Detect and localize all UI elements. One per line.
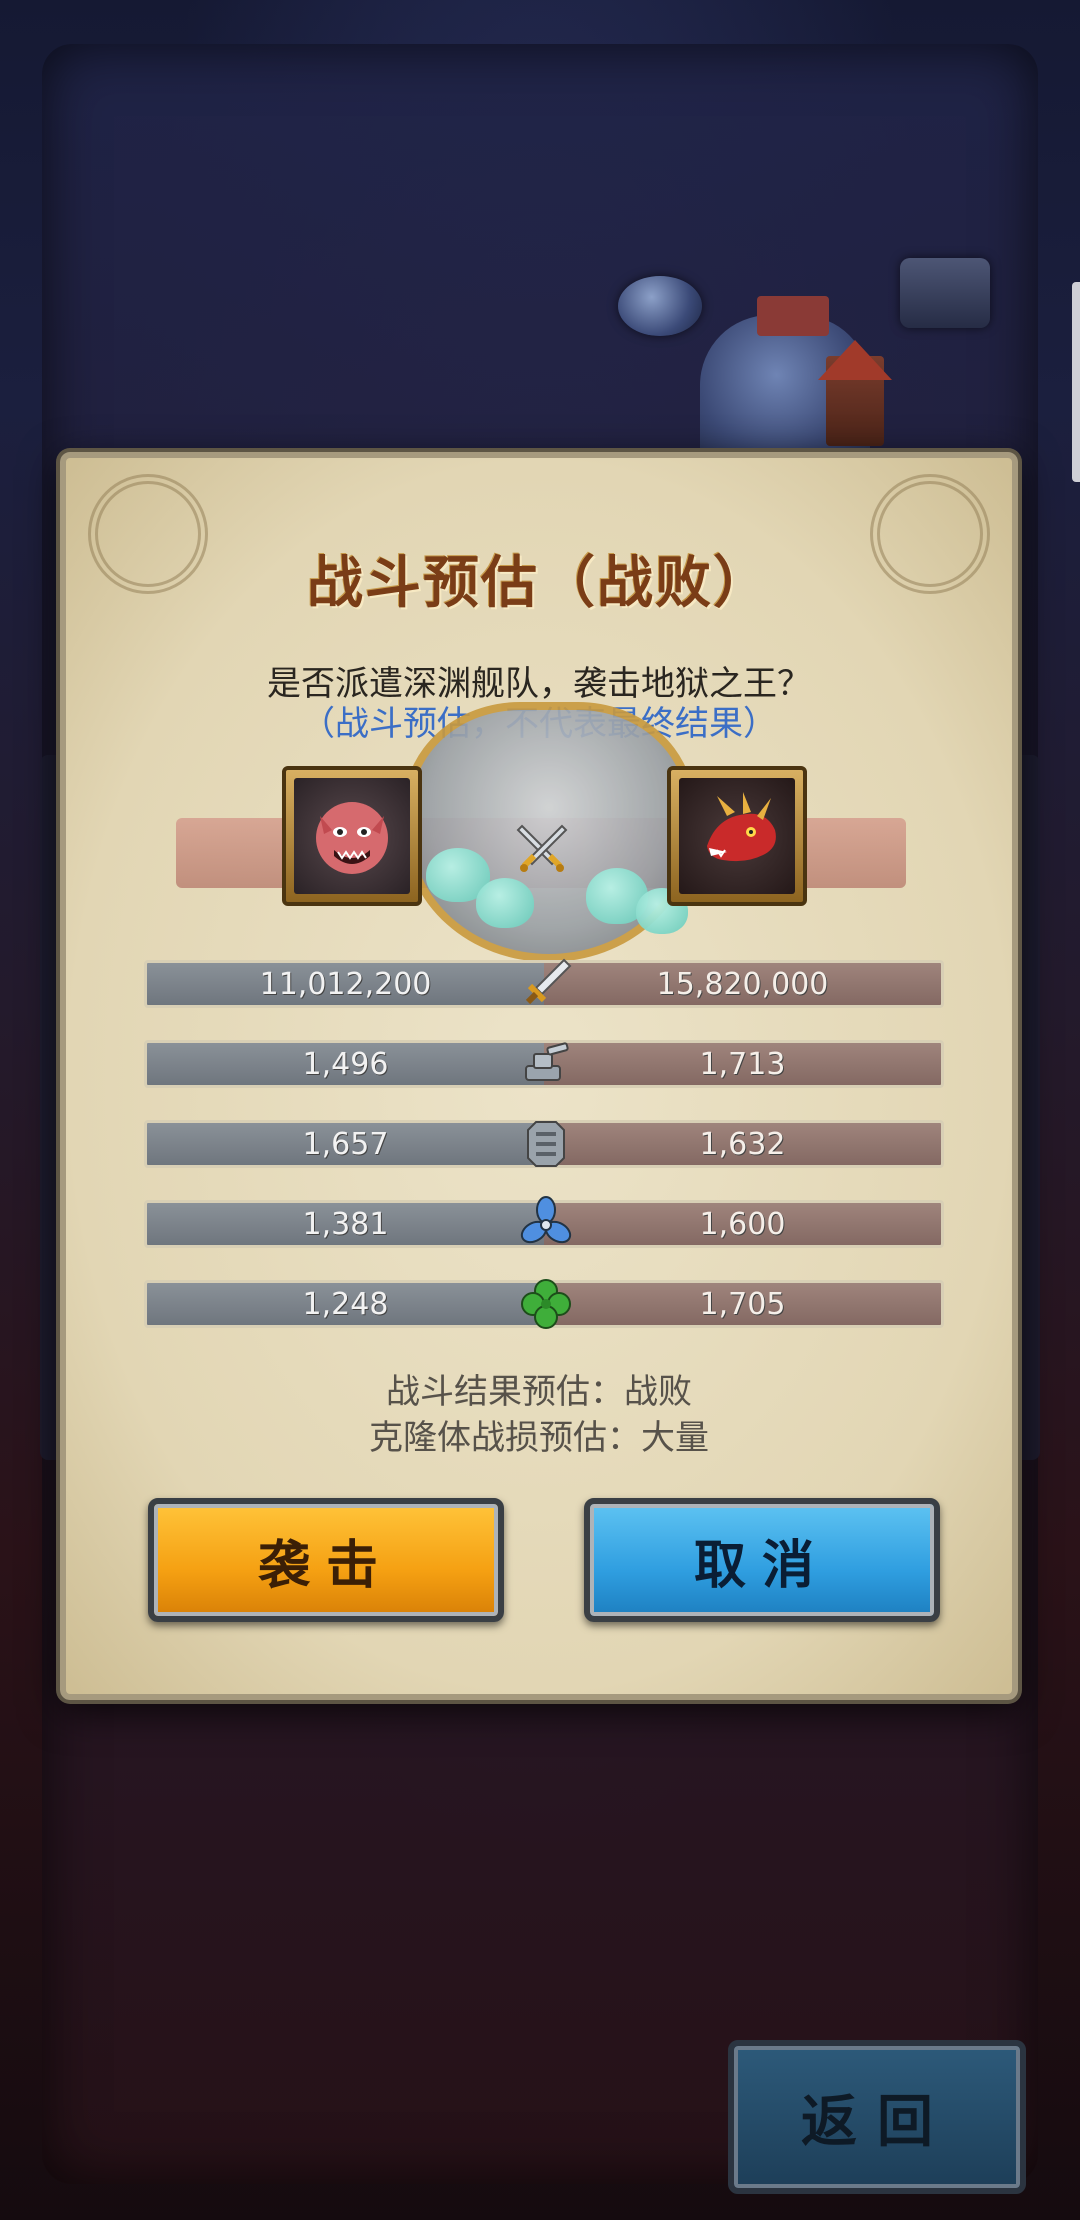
player-stat-value: 1,381 — [147, 1203, 544, 1245]
clover-icon — [518, 1276, 574, 1332]
demon-face-icon — [294, 778, 410, 894]
battle-outcome-estimate: 战斗结果预估：战败 — [386, 1372, 692, 1412]
player-stat-value: 1,248 — [147, 1283, 544, 1325]
airship-icon — [900, 258, 990, 328]
fortress-turret — [757, 296, 829, 336]
dragon-head-icon — [679, 778, 795, 894]
enemy-stat-value: 15,820,000 — [544, 963, 941, 1005]
player-stat-value: 1,496 — [147, 1043, 544, 1085]
airship-icon — [618, 276, 702, 336]
back-button[interactable]: 返回 — [728, 2040, 1026, 2194]
cannon-icon — [518, 1036, 574, 1092]
screen: { "dialog": { "title": "战斗预估（战败）", "ques… — [0, 0, 1080, 2220]
battle-estimate-dialog: 战斗预估（战败） 是否派遣深渊舰队，袭击地狱之王？ （战斗预估，不代表最终结果） — [60, 452, 1018, 1700]
enemy-stat-value: 1,713 — [544, 1043, 941, 1085]
sword-icon — [518, 956, 574, 1012]
tower-roof — [818, 340, 892, 380]
dialog-title: 战斗预估（战败） — [307, 551, 771, 616]
slime-icon — [476, 878, 534, 928]
player-stat-value: 11,012,200 — [147, 963, 544, 1005]
player-fleet-portrait — [282, 766, 422, 906]
propeller-icon — [518, 1196, 574, 1252]
enemy-stat-value: 1,600 — [544, 1203, 941, 1245]
crossed-swords-icon — [512, 818, 572, 878]
attack-button[interactable]: 袭击 — [148, 1498, 504, 1622]
edge-scroll-indicator[interactable] — [1072, 282, 1080, 482]
hell-king-portrait — [667, 766, 807, 906]
armor-plate-icon — [518, 1116, 574, 1172]
clone-loss-estimate: 克隆体战损预估：大量 — [369, 1418, 709, 1458]
cancel-button[interactable]: 取消 — [584, 1498, 940, 1622]
enemy-stat-value: 1,632 — [544, 1123, 941, 1165]
enemy-stat-value: 1,705 — [544, 1283, 941, 1325]
player-stat-value: 1,657 — [147, 1123, 544, 1165]
